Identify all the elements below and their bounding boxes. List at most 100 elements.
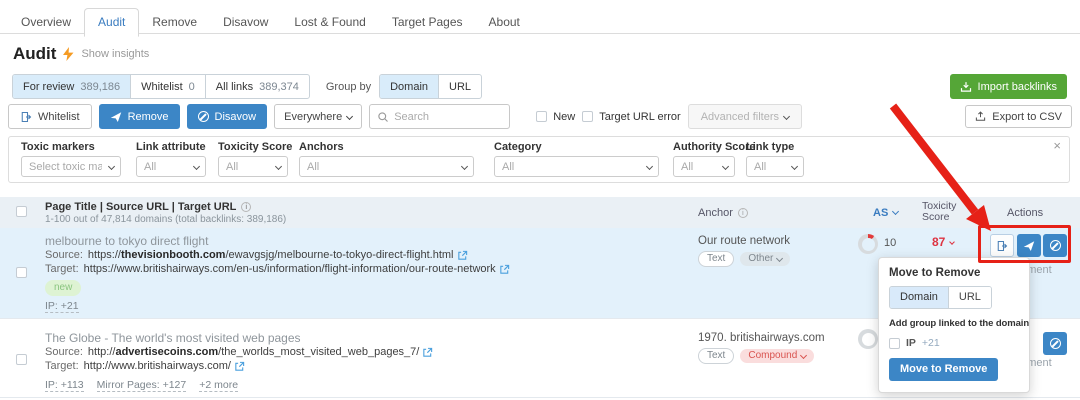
remove-button[interactable]: Remove xyxy=(99,104,180,129)
filter-link-attribute: Link attribute All xyxy=(136,141,206,177)
more-link[interactable]: +2 more xyxy=(199,379,238,392)
chevron-down-icon xyxy=(892,208,899,215)
row-source-url: Source: https://thevisionbooth.com/ewavg… xyxy=(45,249,468,261)
tab-disavow[interactable]: Disavow xyxy=(210,9,281,36)
toxicity-score-value[interactable]: 87 xyxy=(932,235,954,249)
chevron-down-icon xyxy=(783,113,790,120)
show-insights-link[interactable]: Show insights xyxy=(81,48,149,60)
advanced-filters-dropdown[interactable]: Advanced filters xyxy=(688,104,802,129)
filters-panel: Toxic markers Select toxic markers Link … xyxy=(8,136,1070,183)
tab-lost-found[interactable]: Lost & Found xyxy=(281,9,378,36)
column-anchor: Anchor xyxy=(698,207,748,219)
column-actions: Actions xyxy=(1007,207,1043,219)
row-whitelist-button[interactable] xyxy=(990,234,1014,257)
external-link-icon[interactable] xyxy=(234,361,245,372)
link-attribute-select[interactable]: All xyxy=(136,156,206,177)
group-by-label: Group by xyxy=(326,81,371,93)
chevron-down-icon xyxy=(950,239,956,245)
export-csv-button[interactable]: Export to CSV xyxy=(965,105,1072,128)
tab-about[interactable]: About xyxy=(476,9,533,36)
toxic-markers-select[interactable]: Select toxic markers xyxy=(21,156,121,177)
popup-scope-segment: Domain URL xyxy=(889,286,992,309)
checkbox-icon xyxy=(582,111,593,122)
tab-bar: Overview Audit Remove Disavow Lost & Fou… xyxy=(8,8,533,36)
popup-subtitle: Add group linked to the domain xyxy=(889,318,1019,329)
close-icon[interactable]: × xyxy=(1053,138,1061,153)
tab-audit[interactable]: Audit xyxy=(84,8,139,37)
mirror-pages-link[interactable]: Mirror Pages: +127 xyxy=(97,379,187,392)
search-input[interactable] xyxy=(394,111,494,123)
tab-overview[interactable]: Overview xyxy=(8,9,84,36)
external-link-icon[interactable] xyxy=(422,347,433,358)
search-box xyxy=(369,104,510,129)
chevron-down-icon xyxy=(646,163,653,170)
popup-ip-checkbox[interactable]: IP +21 xyxy=(889,337,1019,349)
anchor-tag-text: Text xyxy=(698,348,734,364)
column-toxicity-score[interactable]: Toxicity Score xyxy=(922,201,956,223)
chevron-down-icon xyxy=(193,163,200,170)
disavow-button[interactable]: Disavow xyxy=(187,104,268,129)
ip-count-link[interactable]: IP: +21 xyxy=(45,300,79,313)
export-icon xyxy=(975,111,986,122)
external-link-icon[interactable] xyxy=(499,264,510,275)
review-segment-control: For review 389,186 Whitelist 0 All links… xyxy=(12,74,310,99)
column-as-sort[interactable]: AS xyxy=(873,207,898,219)
tab-target-pages[interactable]: Target Pages xyxy=(379,9,476,36)
import-backlinks-button[interactable]: Import backlinks xyxy=(950,74,1067,99)
import-icon xyxy=(960,81,972,93)
row-source-url: Source: http://advertisecoins.com/the_wo… xyxy=(45,346,433,358)
filter-authority-score: Authority Score All xyxy=(673,141,756,177)
filter-category: Category All xyxy=(494,141,659,177)
tab-remove[interactable]: Remove xyxy=(139,9,210,36)
segment-all-links[interactable]: All links 389,374 xyxy=(205,75,309,98)
row-page-title: melbourne to tokyo direct flight xyxy=(45,234,208,248)
checkbox-icon xyxy=(536,111,547,122)
segment-whitelist[interactable]: Whitelist 0 xyxy=(130,75,205,98)
authority-score-gauge xyxy=(858,329,878,349)
toxicity-score-select[interactable]: All xyxy=(218,156,288,177)
popup-segment-url[interactable]: URL xyxy=(949,287,991,308)
info-icon xyxy=(738,208,748,218)
segment-group-domain[interactable]: Domain xyxy=(380,75,438,98)
popup-title: Move to Remove xyxy=(889,267,1019,279)
row-disavow-button[interactable] xyxy=(1043,332,1067,355)
whitelist-button[interactable]: Whitelist xyxy=(8,104,92,129)
link-type-select[interactable]: All xyxy=(746,156,804,177)
authority-score-select[interactable]: All xyxy=(673,156,735,177)
table-summary: 1-100 out of 47,814 domains (total backl… xyxy=(45,214,286,225)
select-all-checkbox[interactable] xyxy=(16,206,27,217)
popup-move-to-remove-button[interactable]: Move to Remove xyxy=(889,358,998,381)
external-link-icon[interactable] xyxy=(457,250,468,261)
popup-segment-domain[interactable]: Domain xyxy=(890,287,949,308)
all-links-count: 389,374 xyxy=(259,81,299,93)
anchors-select[interactable]: All xyxy=(299,156,474,177)
backlink-audit-page: Overview Audit Remove Disavow Lost & Fou… xyxy=(0,0,1080,400)
paper-plane-icon xyxy=(1023,240,1035,252)
chevron-down-icon xyxy=(275,163,282,170)
anchor-tag-other[interactable]: Other xyxy=(740,252,790,266)
anchor-tag-compound[interactable]: Compound xyxy=(740,349,814,363)
search-scope-select[interactable]: Everywhere xyxy=(274,104,362,129)
filter-toxic-markers: Toxic markers Select toxic markers xyxy=(21,141,121,177)
segment-group-url[interactable]: URL xyxy=(438,75,481,98)
filter-toxicity-score: Toxicity Score All xyxy=(218,141,292,177)
segment-for-review[interactable]: For review 389,186 xyxy=(13,75,130,98)
row-disavow-button[interactable] xyxy=(1043,234,1067,257)
filter-target-url-error-checkbox[interactable]: Target URL error xyxy=(582,111,681,123)
filter-new-checkbox[interactable]: New xyxy=(536,111,575,123)
row-remove-button[interactable] xyxy=(1017,234,1041,257)
anchor-text: 1970. britishairways.com xyxy=(698,332,825,344)
checkbox-icon xyxy=(889,338,900,349)
category-select[interactable]: All xyxy=(494,156,659,177)
row-checkbox[interactable] xyxy=(16,267,27,278)
disavow-icon xyxy=(1050,338,1061,349)
paper-plane-icon xyxy=(110,111,122,123)
ip-count-link[interactable]: IP: +113 xyxy=(45,379,84,392)
chevron-down-icon xyxy=(108,163,115,170)
row-checkbox[interactable] xyxy=(16,354,27,365)
disavow-icon xyxy=(1050,240,1061,251)
row-divider xyxy=(0,397,1080,398)
info-icon xyxy=(241,202,251,212)
row-target-url: Target: https://www.britishairways.com/e… xyxy=(45,263,510,275)
anchor-tags: Text Other xyxy=(698,251,790,267)
